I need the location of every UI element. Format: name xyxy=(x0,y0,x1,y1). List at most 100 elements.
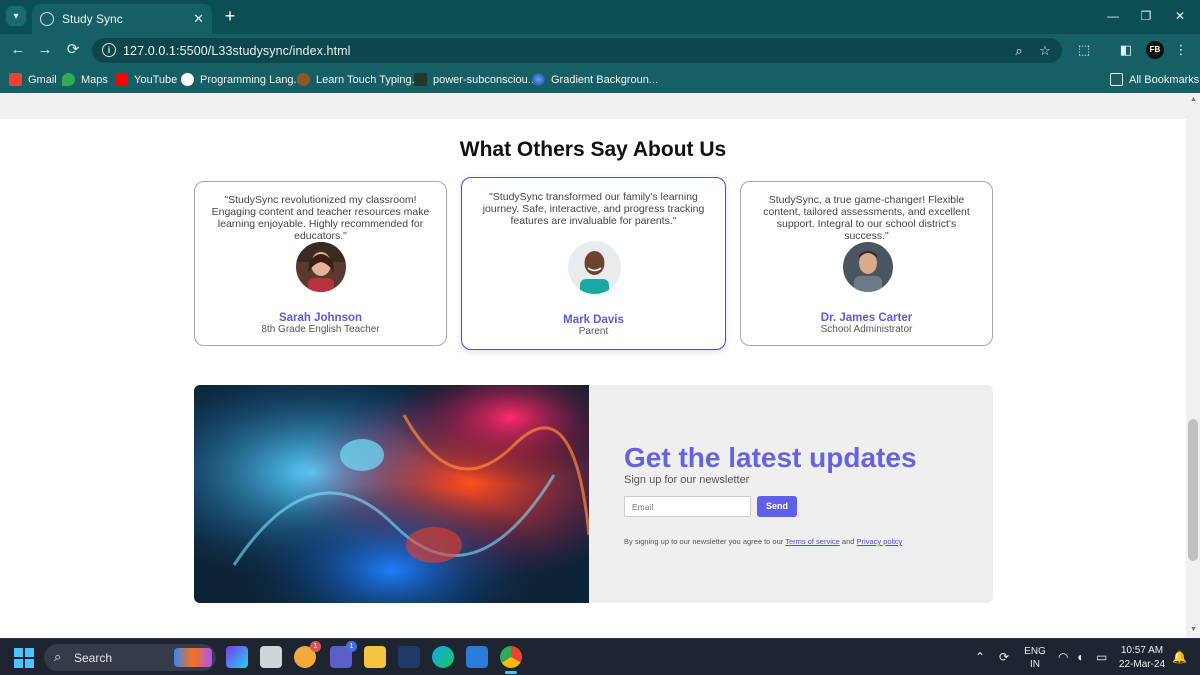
all-bookmarks-button[interactable]: All Bookmarks xyxy=(1110,71,1199,88)
teams-icon[interactable]: 1 xyxy=(330,641,357,668)
avatar xyxy=(296,242,346,292)
file-explorer-icon[interactable] xyxy=(364,646,386,668)
legal-prefix: By signing up to our newsletter you agre… xyxy=(624,537,784,546)
testimonial-name: Sarah Johnson xyxy=(278,312,363,324)
bookmark-gmail[interactable]: Gmail xyxy=(9,71,57,88)
bookmark-gradient-background[interactable]: Gradient Backgroun... xyxy=(532,71,658,88)
testimonial-role: School Administrator xyxy=(820,324,913,335)
windows-taskbar: ⌕ Search 1 1 ⌃ ⟳ ENG IN ◠ ◖ ▭ 10:57 AM 2… xyxy=(0,638,1200,675)
extensions-icon[interactable]: ⬚ xyxy=(1075,41,1093,59)
globe-icon xyxy=(40,12,54,26)
email-input[interactable] xyxy=(624,496,751,517)
profile-avatar[interactable]: FB xyxy=(1146,41,1164,59)
notification-bell-icon[interactable]: 🔔 xyxy=(1172,650,1187,664)
previous-section-edge xyxy=(0,93,1186,119)
avatar xyxy=(568,241,621,294)
typing-icon xyxy=(297,73,310,86)
zoom-icon[interactable]: ⌕ xyxy=(1010,42,1028,60)
avatar xyxy=(843,242,893,292)
scrollbar-thumb[interactable] xyxy=(1188,419,1198,561)
region-indicator[interactable]: IN xyxy=(1023,659,1047,670)
globe-icon xyxy=(181,73,194,86)
newsletter-legal-text: By signing up to our newsletter you agre… xyxy=(624,537,902,546)
terms-of-service-link[interactable]: Terms of service xyxy=(785,537,840,546)
notification-badge: 1 xyxy=(310,641,321,652)
tab-search-menu-icon[interactable]: ▾ xyxy=(6,6,26,26)
youtube-icon xyxy=(115,73,128,86)
gmail-icon xyxy=(9,73,22,86)
bookmark-label: power-subconsciou... xyxy=(433,73,537,86)
bookmark-label: Learn Touch Typing... xyxy=(316,73,421,86)
taskbar-search[interactable]: ⌕ Search xyxy=(44,644,216,671)
menu-kebab-icon[interactable]: ⋮ xyxy=(1172,41,1190,59)
send-button[interactable]: Send xyxy=(757,496,797,517)
bookmark-label: YouTube xyxy=(134,73,178,86)
forward-icon[interactable]: → xyxy=(35,40,55,60)
abstract-smoke-image xyxy=(194,385,591,603)
url-text[interactable]: 127.0.0.1:5500/L33studysync/index.html xyxy=(123,44,351,58)
new-tab-button[interactable]: + xyxy=(220,6,240,26)
testimonial-card-featured: "StudySync transformed our family's lear… xyxy=(461,177,726,350)
reload-icon[interactable]: ⟳ xyxy=(63,40,83,60)
back-icon[interactable]: ← xyxy=(8,40,28,60)
bookmark-label: Maps xyxy=(81,73,108,86)
scroll-up-arrow-icon[interactable]: ▲ xyxy=(1190,96,1197,103)
url-host: 127.0.0.1 xyxy=(123,44,177,58)
bookmark-programming-lang[interactable]: Programming Lang... xyxy=(181,71,303,88)
close-window-button[interactable]: ✕ xyxy=(1170,6,1190,26)
url-path: :5500/L33studysync/index.html xyxy=(176,44,351,58)
bookmark-maps[interactable]: Maps xyxy=(62,71,108,88)
testimonial-name: Dr. James Carter xyxy=(820,312,913,324)
clock-time[interactable]: 10:57 AM xyxy=(1118,645,1166,656)
language-indicator[interactable]: ENG xyxy=(1023,646,1047,657)
windows-start-icon[interactable] xyxy=(14,648,34,668)
newsletter-section: Get the latest updates Sign up for our n… xyxy=(194,385,993,603)
bookmark-label: Programming Lang... xyxy=(200,73,303,86)
newsletter-subheading: Sign up for our newsletter xyxy=(624,474,750,486)
browser-toolbar: ← → ⟳ i 127.0.0.1:5500/L33studysync/inde… xyxy=(0,34,1200,66)
newsletter-heading: Get the latest updates xyxy=(624,442,917,473)
testimonial-quote: "StudySync revolutionized my classroom! … xyxy=(211,194,430,242)
site-info-icon[interactable]: i xyxy=(102,43,116,57)
tray-overflow-chevron-icon[interactable]: ⌃ xyxy=(975,650,985,664)
tab-title: Study Sync xyxy=(62,12,123,26)
testimonial-quote: StudySync, a true game-changer! Flexible… xyxy=(763,194,970,242)
bookmark-star-icon[interactable]: ☆ xyxy=(1036,42,1054,60)
maps-icon xyxy=(62,73,75,86)
bookmarks-bar: Gmail Maps YouTube Programming Lang... L… xyxy=(0,66,1200,93)
page-viewport: What Others Say About Us "StudySync revo… xyxy=(0,93,1200,638)
search-icon: ⌕ xyxy=(54,649,62,664)
address-bar[interactable]: i 127.0.0.1:5500/L33studysync/index.html… xyxy=(92,38,1062,63)
sync-icon[interactable]: ⟳ xyxy=(999,650,1009,664)
tab-close-icon[interactable]: ✕ xyxy=(193,11,204,27)
bookmark-label: Gradient Backgroun... xyxy=(551,73,659,86)
minimize-button[interactable]: — xyxy=(1103,6,1123,26)
side-panel-icon[interactable]: ◧ xyxy=(1117,41,1135,59)
bookmark-icon xyxy=(414,73,427,86)
privacy-policy-link[interactable]: Privacy policy xyxy=(857,537,903,546)
folder-icon xyxy=(1110,73,1123,86)
testimonial-card: StudySync, a true game-changer! Flexible… xyxy=(740,181,993,346)
tab-study-sync[interactable]: Study Sync ✕ xyxy=(32,4,212,34)
copilot-icon[interactable] xyxy=(226,646,248,668)
bookmark-label: Gmail xyxy=(28,73,57,86)
terminal-icon[interactable] xyxy=(398,646,420,668)
search-label: Search xyxy=(74,651,113,665)
widget-icon[interactable]: 1 xyxy=(294,641,321,668)
task-view-icon[interactable] xyxy=(260,646,282,668)
clock-date[interactable]: 22-Mar-24 xyxy=(1118,659,1166,670)
bookmark-youtube[interactable]: YouTube xyxy=(115,71,177,88)
scroll-down-arrow-icon[interactable]: ▼ xyxy=(1190,626,1197,633)
bookmark-learn-touch-typing[interactable]: Learn Touch Typing... xyxy=(297,71,421,88)
restore-button[interactable]: ❐ xyxy=(1136,6,1156,26)
chrome-icon[interactable] xyxy=(500,646,522,674)
testimonial-role: 8th Grade English Teacher xyxy=(261,324,380,335)
testimonial-role: Parent xyxy=(578,326,609,337)
vscode-icon[interactable] xyxy=(466,646,488,668)
wifi-icon[interactable]: ◠ xyxy=(1058,650,1068,664)
battery-icon[interactable]: ▭ xyxy=(1096,650,1107,664)
bookmark-power-subconscious[interactable]: power-subconsciou... xyxy=(414,71,537,88)
search-highlight-image xyxy=(174,648,212,667)
edge-icon[interactable] xyxy=(432,646,454,668)
volume-icon[interactable]: ◖ xyxy=(1076,650,1083,664)
